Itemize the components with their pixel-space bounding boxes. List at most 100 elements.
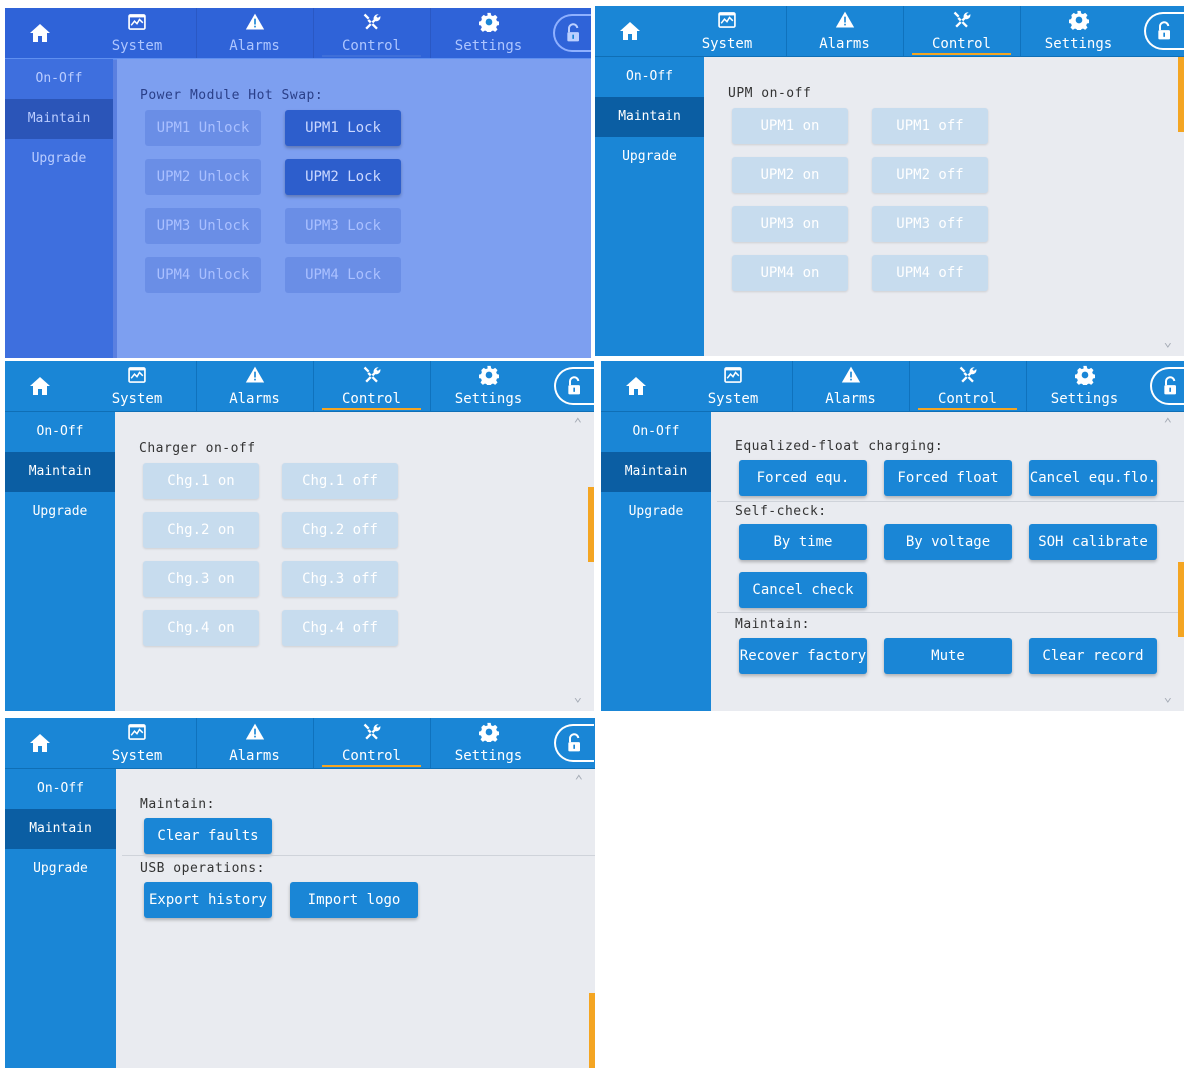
home-button[interactable] (5, 718, 75, 768)
tab-settings[interactable]: Settings (430, 361, 546, 411)
chevron-up-icon[interactable]: ⌃ (575, 773, 583, 789)
upm4-off-button[interactable]: UPM4 off (872, 255, 988, 291)
tab-alarms[interactable]: Alarms (786, 6, 902, 56)
sidebar-item-on-off[interactable]: On-Off (5, 412, 115, 452)
sidebar-item-on-off[interactable]: On-Off (5, 769, 116, 809)
tab-system[interactable]: System (669, 6, 785, 56)
tab-system[interactable]: System (675, 361, 791, 411)
home-button[interactable] (5, 361, 75, 411)
upm3-lock-button[interactable]: UPM3 Lock (285, 208, 401, 244)
scrollbar[interactable] (1178, 57, 1184, 132)
mute-button[interactable]: Mute (884, 638, 1012, 674)
upm4-lock-button[interactable]: UPM4 Lock (285, 257, 401, 293)
sidebar-item-maintain[interactable]: Maintain (5, 452, 115, 492)
tab-system[interactable]: System (79, 361, 195, 411)
scrollbar[interactable] (589, 993, 595, 1068)
scrollbar[interactable] (588, 487, 594, 562)
upm1-on-button[interactable]: UPM1 on (732, 108, 848, 144)
unlock-icon (1155, 21, 1175, 41)
upm3-off-button[interactable]: UPM3 off (872, 206, 988, 242)
lock-button[interactable] (554, 724, 594, 762)
tab-system[interactable]: System (79, 8, 195, 58)
tab-control[interactable]: Control (313, 718, 429, 768)
upm3-on-button[interactable]: UPM3 on (732, 206, 848, 242)
upm1-lock-button[interactable]: UPM1 Lock (285, 110, 401, 146)
chg1-off-button[interactable]: Chg.1 off (282, 463, 398, 499)
tab-settings[interactable]: Settings (1020, 6, 1136, 56)
chg3-off-button[interactable]: Chg.3 off (282, 561, 398, 597)
lock-button[interactable] (553, 14, 591, 52)
chg2-off-button[interactable]: Chg.2 off (282, 512, 398, 548)
sidebar-item-maintain[interactable]: Maintain (601, 452, 711, 492)
sidebar-item-on-off[interactable]: On-Off (595, 57, 704, 97)
chart-icon (79, 718, 195, 748)
sidebar-item-maintain[interactable]: Maintain (595, 97, 704, 137)
forced-float-button[interactable]: Forced float (884, 460, 1012, 496)
chg4-on-button[interactable]: Chg.4 on (143, 610, 259, 646)
by-voltage-button[interactable]: By voltage (884, 524, 1012, 560)
upm2-off-button[interactable]: UPM2 off (872, 157, 988, 193)
sidebar-item-maintain[interactable]: Maintain (5, 99, 113, 139)
sidebar-item-on-off[interactable]: On-Off (601, 412, 711, 452)
chevron-up-icon[interactable]: ⌃ (1164, 416, 1172, 432)
lock-button[interactable] (1144, 12, 1184, 50)
import-logo-button[interactable]: Import logo (290, 882, 418, 918)
recover-factory-button[interactable]: Recover factory (739, 638, 867, 674)
upm4-on-button[interactable]: UPM4 on (732, 255, 848, 291)
chg1-on-button[interactable]: Chg.1 on (143, 463, 259, 499)
tab-settings[interactable]: Settings (430, 8, 546, 58)
clear-record-button[interactable]: Clear record (1029, 638, 1157, 674)
sidebar-item-upgrade[interactable]: Upgrade (595, 137, 704, 177)
tab-control[interactable]: Control (909, 361, 1025, 411)
lock-button[interactable] (1150, 367, 1184, 405)
scrollbar[interactable] (1178, 562, 1184, 637)
tab-settings[interactable]: Settings (1026, 361, 1142, 411)
tab-control[interactable]: Control (313, 8, 429, 58)
upm3-unlock-button[interactable]: UPM3 Unlock (145, 208, 261, 244)
tab-settings[interactable]: Settings (430, 718, 546, 768)
clear-faults-button[interactable]: Clear faults (144, 818, 272, 854)
sidebar-item-upgrade[interactable]: Upgrade (5, 139, 113, 179)
chg3-on-button[interactable]: Chg.3 on (143, 561, 259, 597)
home-button[interactable] (595, 6, 665, 56)
tab-alarms[interactable]: Alarms (196, 718, 312, 768)
cancel-check-button[interactable]: Cancel check (739, 572, 867, 608)
chg2-on-button[interactable]: Chg.2 on (143, 512, 259, 548)
content-area: Power Module Hot Swap: UPM1 Unlock UPM1 … (117, 59, 591, 358)
upm4-unlock-button[interactable]: UPM4 Unlock (145, 257, 261, 293)
home-button[interactable] (601, 361, 671, 411)
upm1-off-button[interactable]: UPM1 off (872, 108, 988, 144)
tab-control[interactable]: Control (313, 361, 429, 411)
tab-alarms[interactable]: Alarms (196, 8, 312, 58)
export-history-button[interactable]: Export history (144, 882, 272, 918)
chevron-up-icon[interactable]: ⌃ (574, 416, 582, 432)
tab-alarms[interactable]: Alarms (196, 361, 312, 411)
tab-system[interactable]: System (79, 718, 195, 768)
upm2-lock-button[interactable]: UPM2 Lock (285, 159, 401, 195)
soh-calibrate-button[interactable]: SOH calibrate (1029, 524, 1157, 560)
tab-alarms[interactable]: Alarms (792, 361, 908, 411)
by-time-button[interactable]: By time (739, 524, 867, 560)
chevron-down-icon[interactable]: ⌄ (1164, 334, 1172, 350)
upm2-on-button[interactable]: UPM2 on (732, 157, 848, 193)
home-button[interactable] (5, 8, 75, 58)
upm2-unlock-button[interactable]: UPM2 Unlock (145, 159, 261, 195)
chevron-down-icon[interactable]: ⌄ (1164, 689, 1172, 705)
tab-label: Settings (454, 391, 523, 407)
content-area: ⌃ Charger on-off Chg.1 on Chg.1 off Chg.… (121, 412, 594, 711)
sidebar-item-upgrade[interactable]: Upgrade (601, 492, 711, 532)
chevron-down-icon[interactable]: ⌄ (574, 689, 582, 705)
sidebar-item-on-off[interactable]: On-Off (5, 59, 113, 99)
cancel-equ-flo-button[interactable]: Cancel equ.flo. (1029, 460, 1157, 496)
sidebar-item-upgrade[interactable]: Upgrade (5, 849, 116, 889)
upm1-unlock-button[interactable]: UPM1 Unlock (145, 110, 261, 146)
chg4-off-button[interactable]: Chg.4 off (282, 610, 398, 646)
lock-button[interactable] (554, 367, 594, 405)
sidebar-item-upgrade[interactable]: Upgrade (5, 492, 115, 532)
content-area: UPM on-off UPM1 on UPM1 off UPM2 on UPM2… (709, 57, 1184, 356)
section-title: Charger on-off (139, 441, 256, 456)
sidebar-item-maintain[interactable]: Maintain (5, 809, 116, 849)
tab-label: Alarms (229, 391, 280, 407)
forced-equ-button[interactable]: Forced equ. (739, 460, 867, 496)
tab-control[interactable]: Control (903, 6, 1019, 56)
